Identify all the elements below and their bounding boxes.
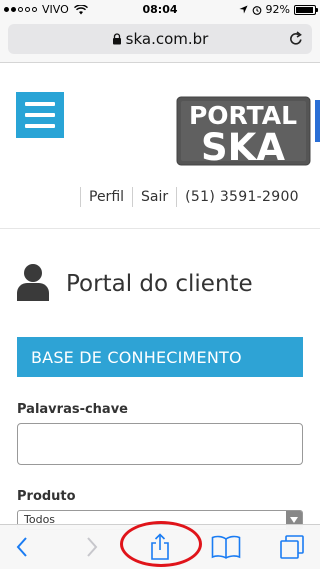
tabs-button[interactable] — [276, 533, 308, 561]
profile-link[interactable]: Perfil — [89, 189, 124, 205]
header-divider — [0, 228, 320, 229]
url-text: ska.com.br — [125, 30, 209, 48]
lock-icon — [112, 33, 122, 45]
reload-icon[interactable] — [288, 30, 304, 52]
keywords-input[interactable] — [17, 423, 303, 465]
chevron-right-icon — [87, 537, 98, 557]
menu-bar-icon — [25, 124, 55, 128]
location-arrow-icon — [238, 5, 248, 14]
menu-bar-icon — [25, 102, 55, 106]
battery-percent: 92% — [265, 3, 290, 16]
bookmarks-button[interactable] — [208, 533, 244, 561]
tabs-icon — [280, 535, 304, 559]
alarm-clock-icon — [252, 5, 261, 15]
divider — [132, 187, 134, 207]
product-label: Produto — [17, 489, 76, 504]
header-links: Perfil Sair (51) 3591-2900 — [72, 187, 299, 207]
divider — [80, 187, 81, 207]
chevron-left-icon — [16, 537, 27, 557]
status-right: 92% — [238, 3, 318, 16]
page-title: Portal do cliente — [66, 271, 253, 297]
share-button[interactable] — [140, 533, 180, 561]
browser-chrome: ska.com.br — [0, 20, 320, 63]
logo-text-ska: SKA — [201, 126, 285, 166]
divider — [176, 187, 178, 207]
portal-ska-logo[interactable]: PORTAL SKA — [176, 96, 312, 166]
address-bar[interactable]: ska.com.br — [8, 24, 312, 54]
forward-button[interactable] — [78, 533, 106, 561]
status-bar: VIVO 08:04 92% — [0, 0, 320, 20]
logout-link[interactable]: Sair — [141, 189, 168, 205]
knowledge-base-banner[interactable]: BASE DE CONHECIMENTO — [17, 337, 303, 377]
side-tab[interactable] — [315, 100, 320, 142]
user-icon — [17, 264, 49, 301]
keywords-label: Palavras-chave — [17, 402, 128, 417]
menu-bar-icon — [25, 113, 55, 117]
phone-link[interactable]: (51) 3591-2900 — [185, 189, 299, 205]
book-icon — [211, 535, 241, 559]
back-button[interactable] — [8, 533, 36, 561]
battery-icon — [294, 4, 318, 15]
browser-toolbar — [0, 524, 320, 569]
hamburger-menu-button[interactable] — [16, 92, 64, 138]
share-icon — [151, 533, 169, 560]
